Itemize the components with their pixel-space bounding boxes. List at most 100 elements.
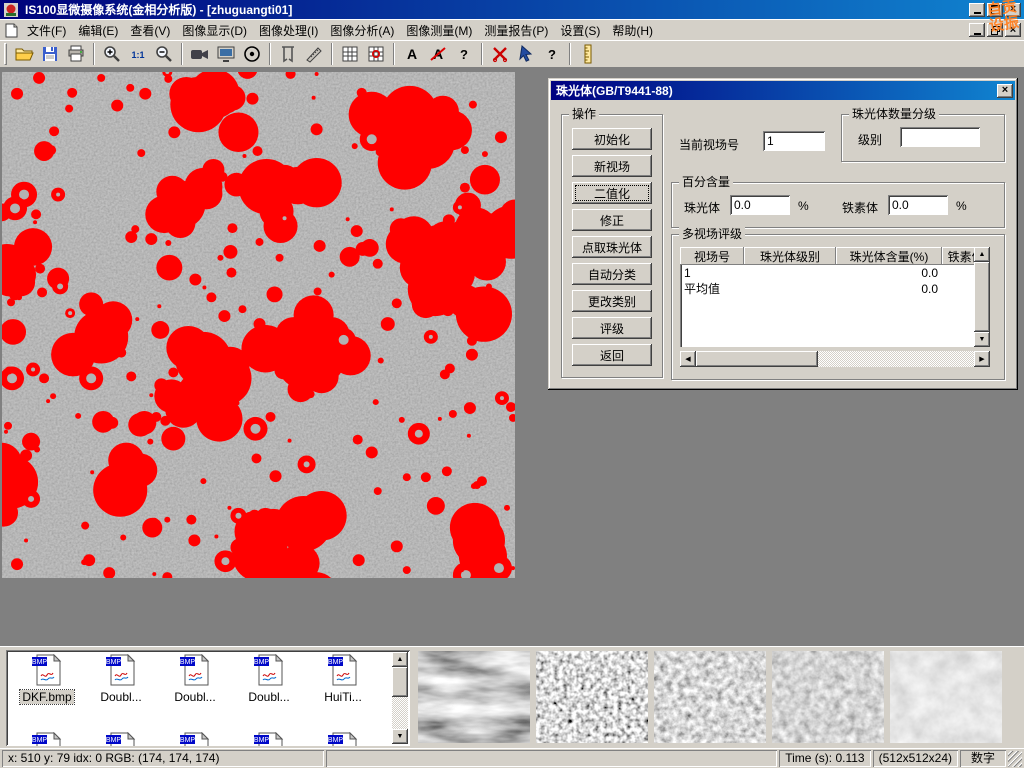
multi-field-table[interactable]: 视场号珠光体级别珠光体含量(%)铁素体含量(%) 10.0平均值0.0 [680,247,974,347]
zoom-out-icon[interactable] [152,42,176,66]
caliper-a-icon[interactable] [276,42,300,66]
video-icon[interactable] [188,42,212,66]
thumbnail-5[interactable] [890,651,1002,743]
menu-item-5[interactable]: 图像处理(I) [253,19,324,42]
file-item-2[interactable]: BMPDoubl... [84,654,158,732]
file-item-3[interactable]: BMPDoubl... [158,654,232,732]
scroll-left-icon[interactable]: ◀ [680,351,696,367]
thumbnail-2[interactable] [536,651,648,743]
table-row-2[interactable]: 平均值0.0 [680,281,974,297]
menu-item-8[interactable]: 测量报告(P) [478,19,554,42]
column-header-3[interactable]: 珠光体含量(%) [836,247,942,265]
help-2-icon[interactable]: ? [540,42,564,66]
zoom-in-icon[interactable] [100,42,124,66]
svg-text:BMP: BMP [31,659,47,666]
file-item-partial-3[interactable]: BMP [158,732,232,746]
grade-level-input[interactable] [900,127,980,147]
column-header-4[interactable]: 铁素体含量(%) [942,247,974,265]
table-row-1[interactable]: 10.0 [680,265,974,281]
caliper-b-icon[interactable] [302,42,326,66]
status-mode: 数字 [960,750,1006,767]
font-remove-icon[interactable]: A [426,42,450,66]
menu-item-7[interactable]: 图像测量(M) [400,19,478,42]
grid-a-icon[interactable] [338,42,362,66]
menu-item-9[interactable]: 设置(S) [554,19,606,42]
file-scroll-up-icon[interactable]: ▲ [392,652,408,667]
menu-item-4[interactable]: 图像显示(D) [176,19,253,42]
print-icon[interactable] [64,42,88,66]
column-header-2[interactable]: 珠光体级别 [744,247,836,265]
metallographic-image[interactable] [2,72,515,578]
column-header-1[interactable]: 视场号 [680,247,744,265]
target-icon[interactable] [240,42,264,66]
minimize-button[interactable] [969,3,985,17]
open-icon[interactable] [12,42,36,66]
monitor-icon[interactable] [214,42,238,66]
thumbnail-1[interactable] [418,651,530,743]
grid-b-icon[interactable] [364,42,388,66]
pearlite-percent-input[interactable] [730,195,790,215]
menu-item-1[interactable]: 文件(F) [21,19,72,42]
file-item-1[interactable]: BMPDKF.bmp [10,654,84,732]
close-button[interactable]: × [1005,3,1021,17]
mdi-minimize-button[interactable] [969,23,985,37]
help-icon[interactable]: ? [452,42,476,66]
dialog-title-bar[interactable]: 珠光体(GB/T9441-88) × [551,81,1015,100]
op-button-1[interactable]: 初始化 [572,128,652,150]
mdi-close-button[interactable]: × [1005,23,1021,37]
op-button-7[interactable]: 更改类别 [572,290,652,312]
ruler-icon[interactable] [576,42,600,66]
file-panel: BMPDKF.bmpBMPDoubl...BMPDoubl...BMPDoubl… [0,646,1024,748]
font-icon[interactable]: A [400,42,424,66]
dialog-close-button[interactable]: × [997,84,1013,98]
file-item-partial-5[interactable]: BMP [306,732,380,746]
op-button-4[interactable]: 修正 [572,209,652,231]
svg-text:1:1: 1:1 [131,50,144,60]
document-icon[interactable] [3,23,19,38]
pointer-icon[interactable] [514,42,538,66]
op-button-8[interactable]: 评级 [572,317,652,339]
scroll-up-icon[interactable]: ▲ [974,247,990,262]
percent-group: 百分含量 珠光体 % 铁素体 % [671,182,1005,228]
toolbar: 1:1 AA?? [0,40,1024,68]
menu-item-2[interactable]: 编辑(E) [72,19,124,42]
scroll-right-icon[interactable]: ▶ [974,351,990,367]
menu-item-10[interactable]: 帮助(H) [606,19,659,42]
op-button-9[interactable]: 返回 [572,344,652,366]
file-item-partial-2[interactable]: BMP [84,732,158,746]
menu-item-6[interactable]: 图像分析(A) [324,19,400,42]
horizontal-scroll-thumb[interactable] [696,351,818,367]
one-to-one-icon[interactable]: 1:1 [126,42,150,66]
resize-grip[interactable] [1008,751,1022,767]
cut-icon[interactable] [488,42,512,66]
table-vertical-scrollbar[interactable]: ▲ ▼ [974,247,990,347]
file-item-partial-1[interactable]: BMP [10,732,84,746]
menu-item-3[interactable]: 查看(V) [124,19,176,42]
svg-text:BMP: BMP [105,659,121,666]
table-horizontal-scrollbar[interactable]: ◀ ▶ [680,351,990,367]
file-item-partial-4[interactable]: BMP [232,732,306,746]
toolbar-grip[interactable] [4,43,7,65]
op-button-3[interactable]: 二值化 [572,182,652,204]
file-scroll-thumb[interactable] [392,667,408,697]
vertical-scroll-thumb[interactable] [974,262,990,332]
save-icon[interactable] [38,42,62,66]
op-button-5[interactable]: 点取珠光体 [572,236,652,258]
thumbnail-3[interactable] [654,651,766,743]
current-field-input[interactable] [763,131,825,151]
multi-field-group: 多视场评级 视场号珠光体级别珠光体含量(%)铁素体含量(%) 10.0平均值0.… [671,234,1005,380]
mdi-restore-button[interactable] [987,23,1003,37]
file-list-scrollbar[interactable]: ▲ ▼ [392,652,408,744]
ferrite-percent-unit: % [956,199,967,213]
maximize-button[interactable] [987,3,1003,17]
op-button-2[interactable]: 新视场 [572,155,652,177]
thumbnail-4[interactable] [772,651,884,743]
file-item-5[interactable]: BMPHuiTi... [306,654,380,732]
ferrite-percent-input[interactable] [888,195,948,215]
op-button-6[interactable]: 自动分类 [572,263,652,285]
toolbar-separator [181,43,183,65]
scroll-down-icon[interactable]: ▼ [974,332,990,347]
operation-buttons: 初始化新视场二值化修正点取珠光体自动分类更改类别评级返回 [572,128,652,371]
file-item-4[interactable]: BMPDoubl... [232,654,306,732]
file-scroll-down-icon[interactable]: ▼ [392,729,408,744]
